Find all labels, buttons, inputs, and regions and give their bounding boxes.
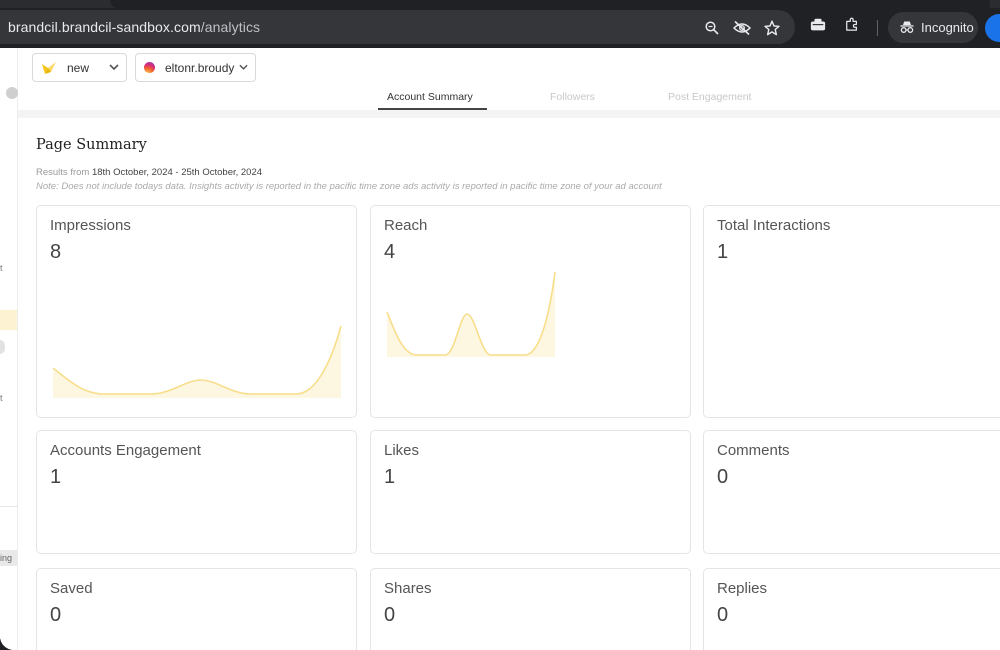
results-date-range: Results from 18th October, 2024 - 25th O…: [36, 167, 262, 178]
metric-card-impressions: Impressions 8: [36, 205, 357, 418]
analytics-tabs: Account Summary Followers Post Engagemen…: [18, 88, 1000, 110]
url-domain: brandcil.brandcil-sandbox.com: [8, 19, 201, 35]
extension-cloud-icon[interactable]: [810, 18, 826, 32]
app-window: brandcil.brandcil-sandbox.com/analytics …: [0, 0, 1000, 650]
metric-card-accounts-engagement: Accounts Engagement 1: [36, 430, 357, 554]
sidebar-toggle[interactable]: [0, 340, 5, 354]
sidebar: t t ing: [0, 48, 18, 650]
metric-card-comments: Comments 0: [703, 430, 1000, 554]
eye-off-icon[interactable]: [733, 20, 751, 36]
chevron-down-icon: [239, 64, 248, 70]
metric-title: Saved: [50, 580, 93, 597]
metric-value: 8: [50, 241, 62, 263]
toolbar-separator: [877, 20, 878, 36]
analytics-toolbar: new eltonr.broudy: [18, 48, 1000, 88]
sidebar-badge[interactable]: ing: [0, 550, 17, 566]
sidebar-item-label[interactable]: t: [0, 393, 3, 403]
incognito-icon: [900, 21, 914, 33]
metric-card-shares: Shares 0: [370, 568, 691, 650]
timezone-note: Note: Does not include todays data. Insi…: [36, 181, 662, 192]
bookmark-star-icon[interactable]: [764, 20, 780, 36]
metric-title: Shares: [384, 580, 432, 597]
sidebar-item-active[interactable]: [0, 310, 17, 330]
tabs-divider: [18, 110, 1000, 118]
date-range: 18th October, 2024 - 25th October, 2024: [91, 167, 263, 178]
address-bar[interactable]: brandcil.brandcil-sandbox.com/analytics: [0, 10, 795, 44]
metric-card-reach: Reach 4: [370, 205, 691, 418]
metric-card-replies: Replies 0: [703, 568, 1000, 650]
reach-sparkline: [386, 272, 556, 357]
sidebar-collapse-button[interactable]: [6, 87, 18, 99]
metric-value: 1: [717, 241, 729, 263]
extensions-puzzle-icon[interactable]: [844, 17, 860, 31]
impressions-sparkline: [52, 325, 342, 398]
metric-title: Total Interactions: [717, 217, 831, 234]
metric-value: 0: [384, 604, 396, 626]
zoom-icon[interactable]: [705, 21, 719, 35]
metric-value: 4: [384, 241, 396, 263]
metric-title: Reach: [384, 217, 428, 234]
metric-value: 0: [717, 604, 729, 626]
tab-followers[interactable]: Followers: [550, 91, 595, 103]
metric-value: 0: [50, 604, 62, 626]
metric-card-likes: Likes 1: [370, 430, 691, 554]
metric-title: Likes: [384, 442, 420, 459]
account-select[interactable]: eltonr.broudy: [135, 53, 256, 82]
metric-card-saved: Saved 0: [36, 568, 357, 650]
metric-title: Replies: [717, 580, 768, 597]
page-title: Page Summary: [36, 137, 147, 153]
metric-card-total-interactions: Total Interactions 1: [703, 205, 1000, 418]
chevron-down-icon: [109, 64, 119, 71]
incognito-button[interactable]: Incognito: [888, 12, 978, 43]
tab-account-summary[interactable]: Account Summary: [387, 91, 473, 103]
incognito-label: Incognito: [921, 20, 974, 35]
instagram-icon: [144, 62, 155, 73]
tab-post-engagement[interactable]: Post Engagement: [668, 91, 751, 103]
url-text[interactable]: brandcil.brandcil-sandbox.com/analytics: [8, 19, 260, 35]
browser-toolbar: brandcil.brandcil-sandbox.com/analytics …: [0, 0, 1000, 48]
metric-title: Accounts Engagement: [50, 442, 201, 459]
sidebar-divider: [0, 506, 18, 507]
brand-select-value: new: [67, 61, 90, 75]
metric-value: 1: [384, 466, 396, 488]
results-prefix: Results from: [36, 167, 90, 178]
metric-value: 1: [50, 466, 62, 488]
sidebar-item-label[interactable]: t: [0, 263, 3, 273]
metric-title: Impressions: [50, 217, 131, 234]
profile-avatar[interactable]: [985, 14, 1000, 42]
tab-strip: [0, 0, 1000, 8]
metric-value: 0: [717, 466, 729, 488]
account-select-value: eltonr.broudy: [165, 61, 235, 75]
page-content: t t ing new eltonr.broudy Account Summar…: [0, 48, 1000, 650]
url-path: /analytics: [200, 19, 261, 35]
metric-title: Comments: [717, 442, 790, 459]
brand-logo-icon: [42, 62, 56, 74]
brand-select[interactable]: new: [32, 53, 127, 82]
